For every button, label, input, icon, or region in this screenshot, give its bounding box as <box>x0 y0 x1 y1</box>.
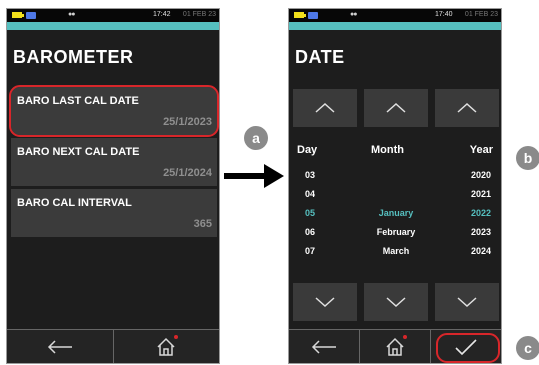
item-value: 365 <box>193 218 212 230</box>
day-option[interactable]: 04 <box>305 189 315 199</box>
connection-icon <box>26 12 36 19</box>
battery-icon <box>12 12 24 18</box>
baro-cal-interval-item[interactable]: BARO CAL INTERVAL 365 <box>11 189 217 237</box>
chevron-down-icon <box>457 297 477 307</box>
status-time: 17:40 <box>435 11 453 18</box>
status-bar: ●● 17:42 01 FEB 23 <box>7 9 219 22</box>
day-option[interactable]: 07 <box>305 246 315 256</box>
day-option-selected[interactable]: 05 <box>305 208 315 218</box>
status-date: 01 FEB 23 <box>464 11 498 18</box>
accent-bar <box>289 22 501 30</box>
sensor-status-icon: ●● <box>350 11 358 18</box>
date-screen: ●● 17:40 01 FEB 23 DATE Day Month Year 0… <box>288 8 502 364</box>
day-option[interactable]: 06 <box>305 227 315 237</box>
month-option[interactable]: March <box>361 246 431 256</box>
year-option-selected[interactable]: 2022 <box>471 208 491 218</box>
accent-bar <box>7 22 219 30</box>
battery-icon <box>294 12 306 18</box>
sensor-status-icon: ●● <box>68 11 76 18</box>
month-up-button[interactable] <box>364 89 428 127</box>
item-label: BARO CAL INTERVAL <box>17 197 132 209</box>
barometer-screen: ●● 17:42 01 FEB 23 BAROMETER BARO LAST C… <box>6 8 220 364</box>
home-icon <box>385 334 407 357</box>
back-arrow-icon <box>47 339 72 354</box>
year-option[interactable]: 2020 <box>471 170 491 180</box>
home-icon <box>156 334 179 357</box>
item-label: BARO NEXT CAL DATE <box>17 146 140 158</box>
item-value: 25/1/2024 <box>163 167 212 179</box>
back-arrow-icon <box>311 339 336 354</box>
year-column-header: Year <box>469 144 493 156</box>
back-button[interactable] <box>7 330 114 363</box>
month-column-header: Month <box>371 144 404 156</box>
item-value: 25/1/2023 <box>163 116 212 128</box>
year-down-button[interactable] <box>435 283 499 321</box>
chevron-down-icon <box>386 297 406 307</box>
status-date: 01 FEB 23 <box>182 11 216 18</box>
chevron-down-icon <box>315 297 335 307</box>
chevron-up-icon <box>457 103 477 113</box>
day-down-button[interactable] <box>293 283 357 321</box>
page-title: BAROMETER <box>13 47 134 67</box>
baro-next-cal-date-item[interactable]: BARO NEXT CAL DATE 25/1/2024 <box>11 138 217 186</box>
callout-b: b <box>516 146 539 170</box>
baro-last-cal-date-item[interactable]: BARO LAST CAL DATE 25/1/2023 <box>9 85 219 137</box>
bottom-navigation <box>7 329 219 363</box>
confirm-highlight <box>436 333 500 363</box>
status-bar: ●● 17:40 01 FEB 23 <box>289 9 501 22</box>
month-option[interactable]: February <box>361 227 431 237</box>
connection-icon <box>308 12 318 19</box>
year-up-button[interactable] <box>435 89 499 127</box>
chevron-up-icon <box>386 103 406 113</box>
back-button[interactable] <box>289 330 360 363</box>
year-option[interactable]: 2023 <box>471 227 491 237</box>
year-option[interactable]: 2024 <box>471 246 491 256</box>
status-time: 17:42 <box>153 11 171 18</box>
callout-c: c <box>516 336 539 360</box>
month-down-button[interactable] <box>364 283 428 321</box>
page-title: DATE <box>295 47 345 67</box>
home-button[interactable] <box>360 330 431 363</box>
year-option[interactable]: 2021 <box>471 189 491 199</box>
home-button[interactable] <box>113 330 219 363</box>
month-option-selected[interactable]: January <box>361 208 431 218</box>
right-arrow-icon <box>224 164 284 188</box>
day-column-header: Day <box>297 144 318 156</box>
day-up-button[interactable] <box>293 89 357 127</box>
item-label: BARO LAST CAL DATE <box>17 95 139 107</box>
day-option[interactable]: 03 <box>305 170 315 180</box>
callout-a: a <box>244 126 268 150</box>
chevron-up-icon <box>315 103 335 113</box>
